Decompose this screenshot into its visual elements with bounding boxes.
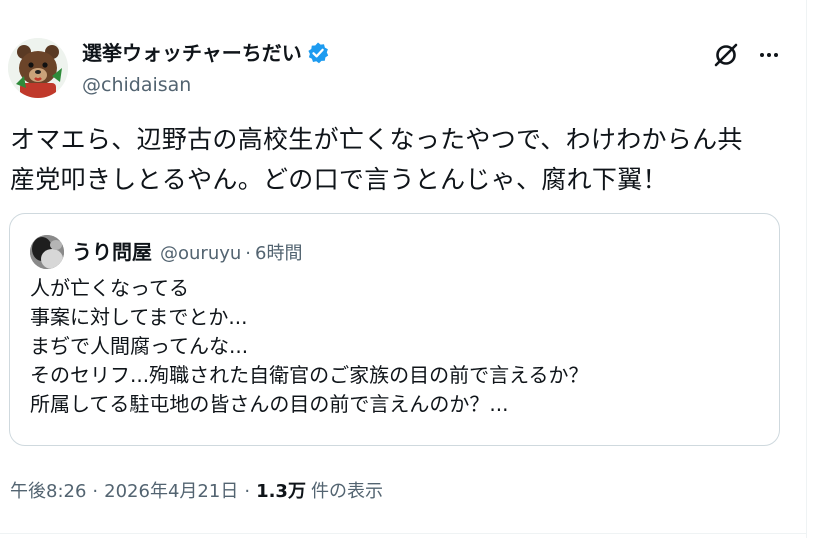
more-options-button[interactable] — [752, 38, 786, 72]
author-header: 選挙ウォッチャーちだい — [82, 40, 330, 66]
bear-avatar-icon — [8, 38, 68, 98]
quoted-text-line: まぢで人間腐ってんな... — [30, 334, 249, 358]
more-horizontal-icon — [760, 53, 778, 57]
tweet-time[interactable]: 午後8:26 — [10, 477, 86, 503]
quoted-display-name: うり問屋 — [72, 240, 152, 264]
meta-separator: · — [244, 481, 251, 502]
quoted-text-line: 所属してる駐屯地の皆さんの目の前で言えんのか？... — [30, 392, 509, 416]
tweet-text-line: 産党叩きしとるやん。どの口で言うとんじゃ、腐れ下翼！ — [10, 165, 668, 194]
tweet-text: オマエら、辺野古の高校生が亡くなったやつで、わけわからん共 産党叩きしとるやん。… — [10, 120, 800, 200]
quoted-text-line: 事案に対してまでとか... — [30, 305, 248, 329]
views-count[interactable]: 1.3万 — [256, 477, 306, 503]
grok-button[interactable] — [709, 38, 743, 72]
tweet-text-line: オマエら、辺野古の高校生が亡くなったやつで、わけわからん共 — [10, 125, 743, 154]
author-handle[interactable]: @chidaisan — [82, 74, 191, 96]
column-border — [806, 0, 807, 538]
quoted-text-line: 人が亡くなってる — [30, 276, 189, 300]
quoted-author-avatar — [30, 235, 64, 269]
quoted-handle: @ouruyu — [160, 243, 242, 264]
quoted-avatar-image-icon — [30, 235, 64, 269]
views-label[interactable]: 件の表示 — [311, 477, 383, 503]
tweet-date[interactable]: 2026年4月21日 — [104, 477, 238, 503]
meta-separator: · — [92, 481, 99, 502]
quoted-header: うり問屋 @ouruyu · 6時間 — [72, 236, 302, 265]
tweet-meta: 午後8:26 · 2026年4月21日 · 1.3万 件の表示 — [10, 477, 383, 503]
quoted-separator: · — [245, 243, 252, 264]
quoted-text: 人が亡くなってる 事案に対してまでとか... まぢで人間腐ってんな... そのセ… — [30, 274, 588, 419]
author-display-name[interactable]: 選挙ウォッチャーちだい — [82, 40, 302, 66]
quoted-text-line: そのセリフ...殉職された自衛官のご家族の目の前で言えるか？ — [30, 363, 589, 387]
author-avatar[interactable] — [8, 38, 68, 98]
quoted-time: 6時間 — [255, 243, 303, 264]
divider — [0, 533, 806, 534]
quoted-tweet-card[interactable]: うり問屋 @ouruyu · 6時間 人が亡くなってる 事案に対してまでとか..… — [9, 213, 780, 446]
grok-icon — [714, 43, 738, 67]
verified-badge-icon — [306, 41, 330, 65]
